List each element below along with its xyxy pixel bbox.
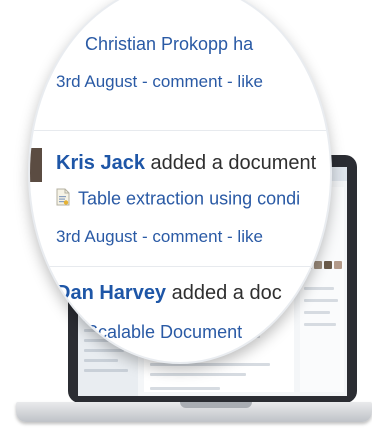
feed-item-3-user-link[interactable]: Dan Harvey — [56, 282, 166, 304]
feed-item-2-date: 3rd August — [56, 227, 138, 246]
feed-item-2-user-link[interactable]: Kris Jack — [56, 152, 145, 174]
feed-item-2-like-link[interactable]: like — [237, 227, 263, 246]
feed-item-2-comment-link[interactable]: comment — [152, 227, 222, 246]
feed-item-3-document: Scalable Document — [86, 322, 242, 343]
feed-item-1-date: 3rd August — [56, 72, 138, 91]
laptop-notch — [180, 402, 252, 408]
feed-item-1-meta: 3rd August - comment - like — [56, 72, 263, 91]
feed-divider — [30, 266, 330, 267]
feed-item-2-document-link[interactable]: Table extraction using condi — [78, 188, 300, 208]
feed-item-2-document: Table extraction using condi — [56, 188, 300, 211]
feed-item-2-action: added a document — [150, 152, 317, 174]
activity-feed: Christian Prokopp ha 3rd August - commen… — [30, 0, 330, 362]
feed-item-1-comment-link[interactable]: comment — [152, 72, 222, 91]
feed-item-2-headline: Kris Jack added a document — [56, 152, 316, 175]
feed-item-1-title: Christian Prokopp ha — [85, 34, 253, 55]
magnifier-lens: Christian Prokopp ha 3rd August - commen… — [28, 0, 332, 364]
feed-item-3-headline: Dan Harvey added a doc — [56, 282, 282, 305]
avatar — [30, 148, 42, 182]
feed-divider — [30, 130, 330, 131]
feed-item-3-action: added a doc — [171, 282, 282, 304]
feed-item-3-document-link[interactable]: Scalable Document — [86, 322, 242, 342]
feed-item-1-like-link[interactable]: like — [237, 72, 263, 91]
feed-item-2-meta: 3rd August - comment - like — [56, 227, 263, 246]
document-icon — [56, 188, 70, 211]
feed-item-1-name-fragment[interactable]: Christian Prokopp ha — [85, 34, 253, 54]
